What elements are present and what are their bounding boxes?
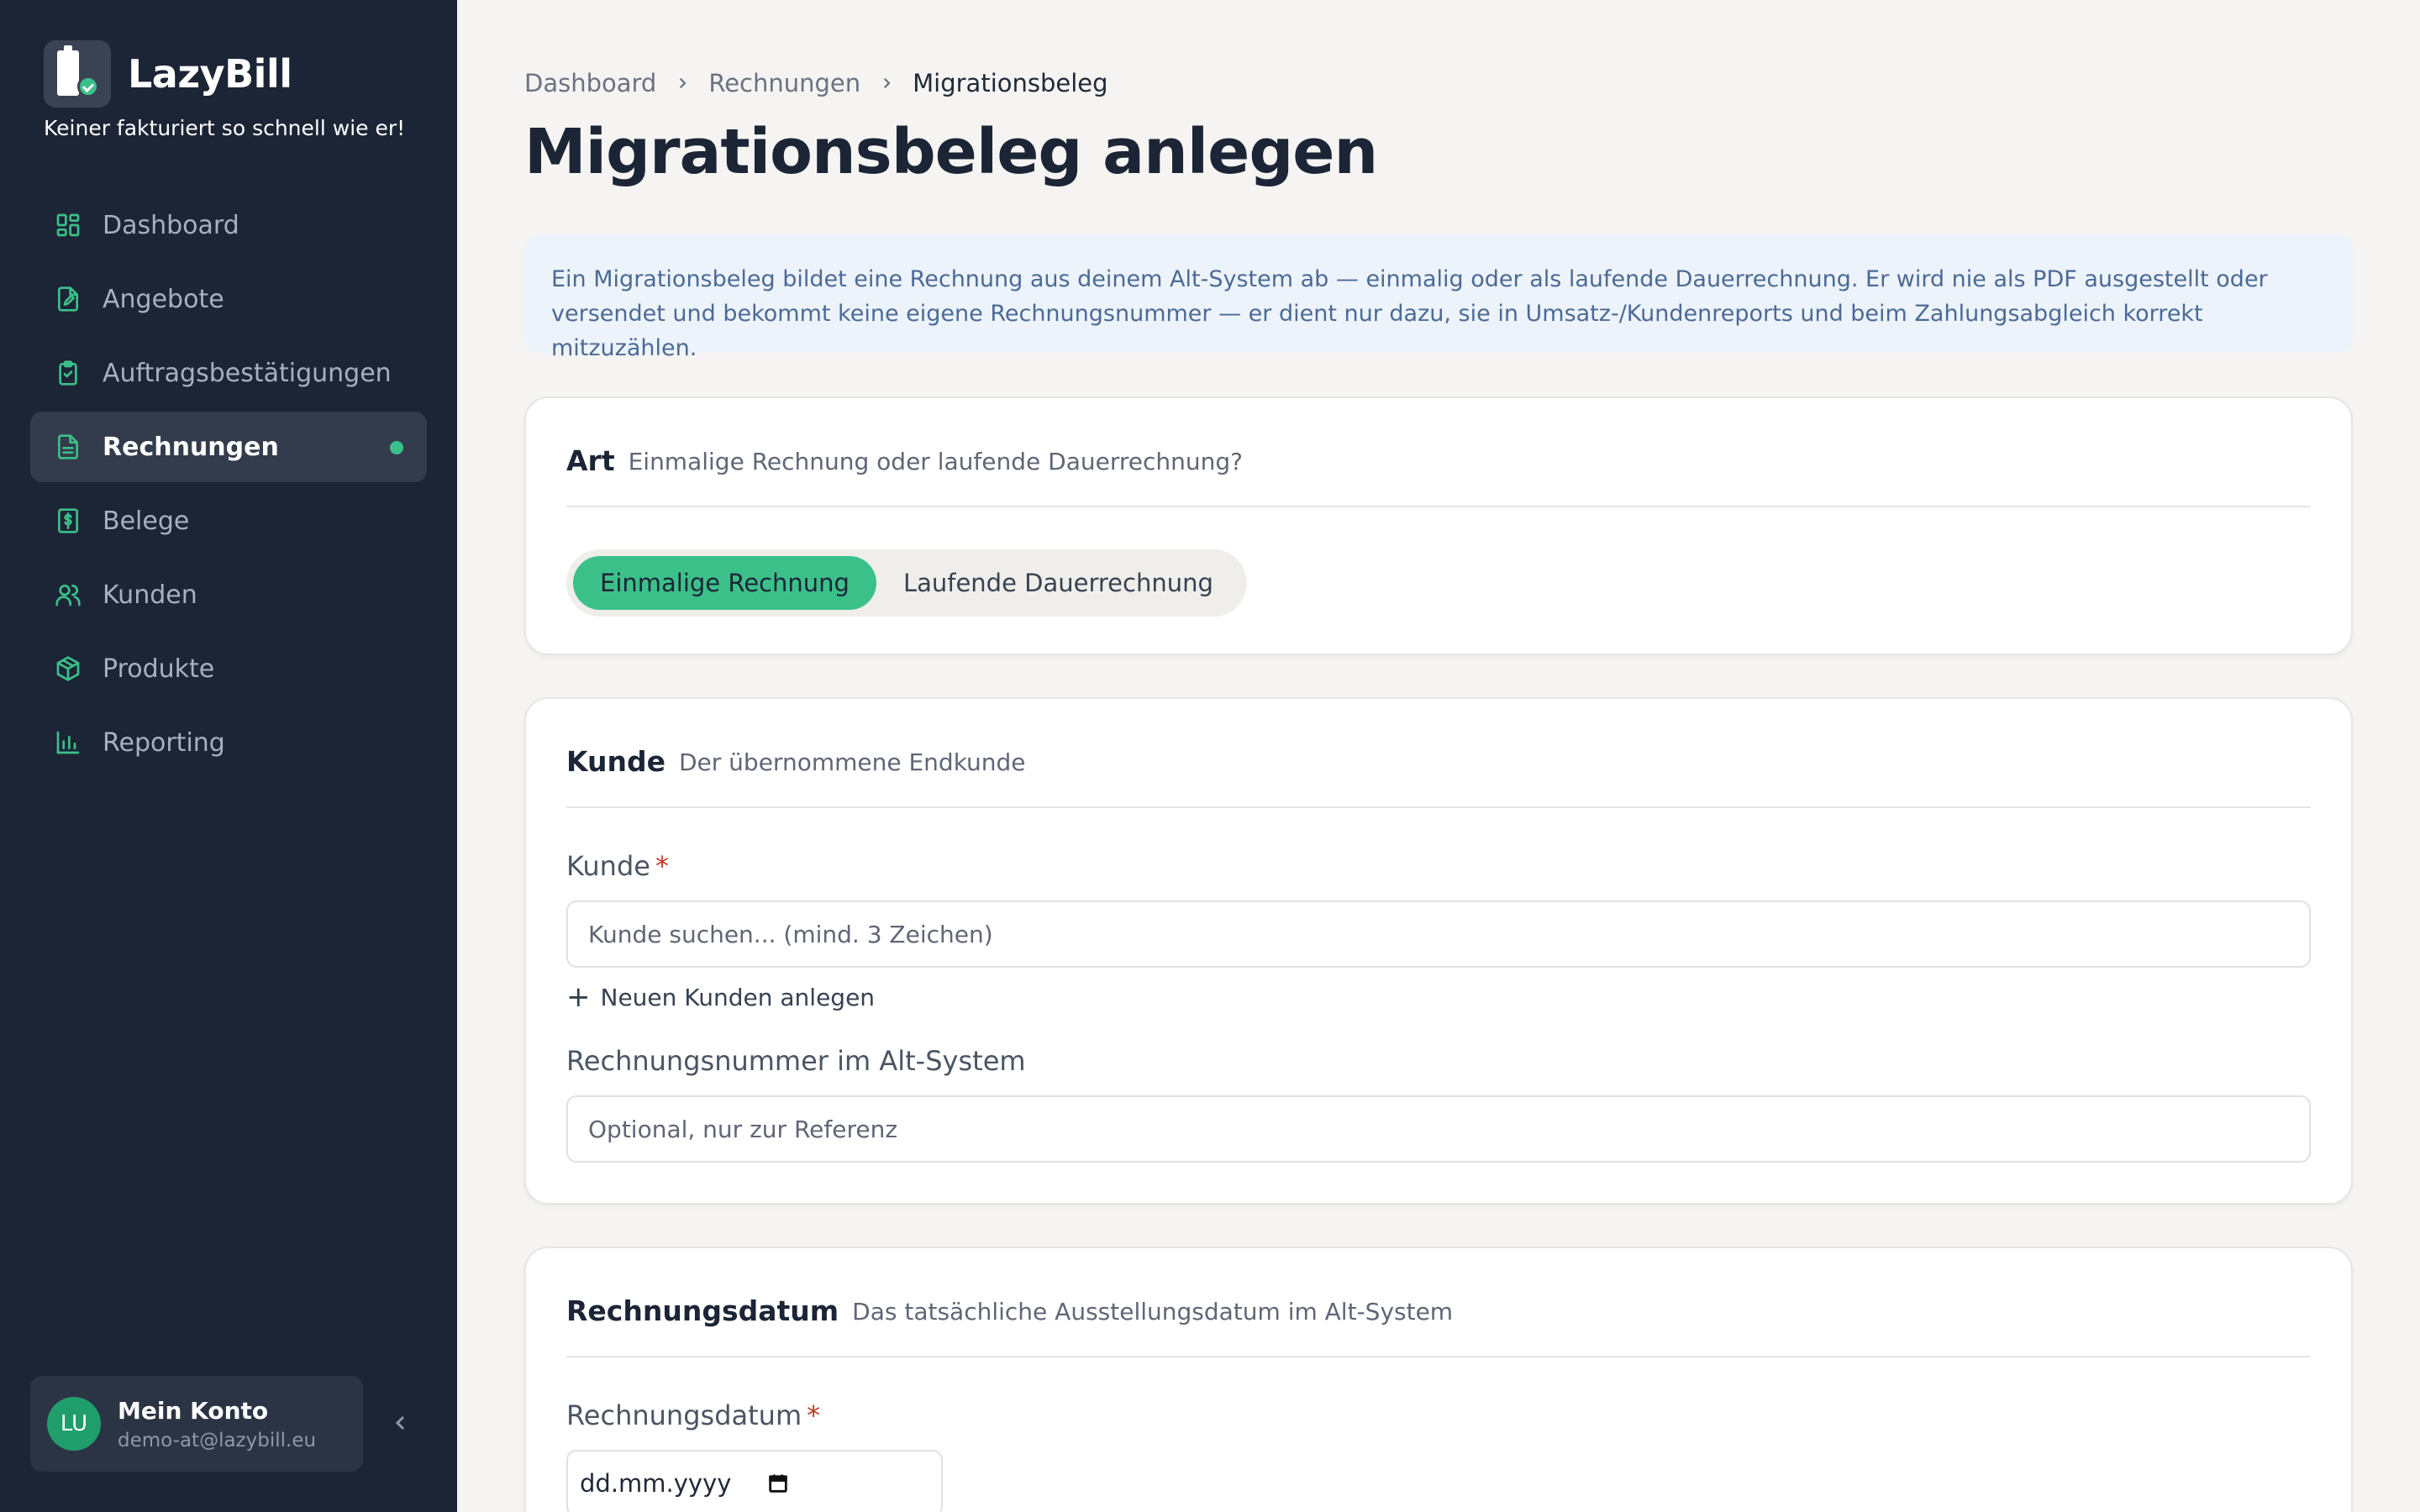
sidebar-item-label: Angebote	[103, 284, 224, 314]
users-icon	[54, 580, 82, 609]
card-rechnungsdatum: Rechnungsdatum Das tatsächliche Ausstell…	[524, 1247, 2353, 1512]
receipt-icon	[54, 507, 82, 535]
breadcrumb-dashboard[interactable]: Dashboard	[524, 69, 656, 97]
art-toggle: Einmalige Rechnung Laufende Dauerrechnun…	[566, 549, 1247, 617]
add-customer-link[interactable]: + Neuen Kunden anlegen	[566, 983, 875, 1011]
sidebar: LazyBill Keiner fakturiert so schnell wi…	[0, 0, 457, 1512]
option-laufende-dauerrechnung[interactable]: Laufende Dauerrechnung	[876, 556, 1240, 610]
sidebar-item-label: Belege	[103, 506, 190, 536]
clipboard-check-icon	[54, 359, 82, 387]
brand-name: LazyBill	[128, 51, 292, 97]
altnr-label: Rechnungsnummer im Alt-System	[566, 1045, 1026, 1077]
bar-chart-icon	[54, 728, 82, 757]
date-placeholder: dd.mm.yyyy	[580, 1469, 732, 1498]
chevron-right-icon	[675, 76, 690, 91]
collapse-sidebar-button[interactable]	[388, 1406, 413, 1440]
active-indicator-dot	[390, 441, 403, 454]
sidebar-item-label: Reporting	[103, 727, 225, 758]
account-email: demo-at@lazybill.eu	[118, 1429, 317, 1452]
account-name: Mein Konto	[118, 1396, 269, 1425]
plus-icon: +	[566, 980, 591, 1014]
sidebar-item-kunden[interactable]: Kunden	[30, 559, 427, 630]
dashboard-icon	[54, 211, 82, 239]
card-subtitle: Einmalige Rechnung oder laufende Dauerre…	[628, 447, 1243, 475]
required-mark: *	[655, 850, 669, 882]
logo-icon	[44, 40, 111, 108]
document-icon	[54, 433, 82, 461]
rechnungsdatum-label: Rechnungsdatum *	[566, 1399, 821, 1431]
chevron-right-icon	[879, 76, 894, 91]
card-subtitle: Das tatsächliche Ausstellungsdatum im Al…	[852, 1297, 1454, 1326]
page-title: Migrationsbeleg anlegen	[524, 116, 1378, 188]
sidebar-item-label: Kunden	[103, 580, 197, 610]
breadcrumb-rechnungen[interactable]: Rechnungen	[708, 69, 860, 97]
card-art: Art Einmalige Rechnung oder laufende Dau…	[524, 396, 2353, 655]
sidebar-item-label: Produkte	[103, 654, 215, 684]
breadcrumb: Dashboard Rechnungen Migrationsbeleg	[524, 69, 1108, 97]
document-edit-icon	[54, 285, 82, 313]
package-icon	[54, 654, 82, 683]
sidebar-item-label: Dashboard	[103, 210, 239, 240]
card-kunde: Kunde Der übernommene Endkunde Kunde* + …	[524, 697, 2353, 1205]
sidebar-item-label: Auftragsbestätigungen	[103, 358, 392, 388]
card-title: Art	[566, 444, 615, 477]
brand[interactable]: LazyBill	[44, 40, 292, 108]
required-mark: *	[807, 1399, 821, 1431]
sidebar-item-angebote[interactable]: Angebote	[30, 264, 427, 334]
sidebar-item-auftragsbestaetigungen[interactable]: Auftragsbestätigungen	[30, 338, 427, 408]
calendar-icon[interactable]	[766, 1472, 790, 1495]
card-subtitle: Der übernommene Endkunde	[678, 748, 1026, 776]
sidebar-item-rechnungen[interactable]: Rechnungen	[30, 412, 427, 482]
brand-tagline: Keiner fakturiert so schnell wie er!	[44, 116, 406, 140]
chevron-left-icon	[395, 1415, 405, 1431]
card-title: Kunde	[566, 744, 666, 778]
invoice-date-input[interactable]: dd.mm.yyyy	[566, 1450, 943, 1512]
info-box: Ein Migrationsbeleg bildet eine Rechnung…	[524, 235, 2353, 361]
account-menu[interactable]: LU Mein Konto demo-at@lazybill.eu	[30, 1376, 363, 1472]
kunde-label: Kunde *	[566, 850, 669, 882]
sidebar-item-belege[interactable]: Belege	[30, 486, 427, 556]
sidebar-item-reporting[interactable]: Reporting	[30, 707, 427, 778]
sidebar-item-label: Rechnungen	[103, 432, 279, 462]
breadcrumb-current: Migrationsbeleg	[913, 69, 1108, 97]
legacy-invoice-number-input[interactable]	[566, 1095, 2311, 1163]
option-einmalige-rechnung[interactable]: Einmalige Rechnung	[573, 556, 876, 610]
sidebar-item-produkte[interactable]: Produkte	[30, 633, 427, 704]
avatar: LU	[47, 1397, 101, 1451]
customer-search-input[interactable]	[566, 900, 2311, 968]
sidebar-nav: Dashboard Angebote Auftragsbestätigungen…	[30, 190, 427, 781]
sidebar-item-dashboard[interactable]: Dashboard	[30, 190, 427, 260]
card-title: Rechnungsdatum	[566, 1294, 839, 1327]
